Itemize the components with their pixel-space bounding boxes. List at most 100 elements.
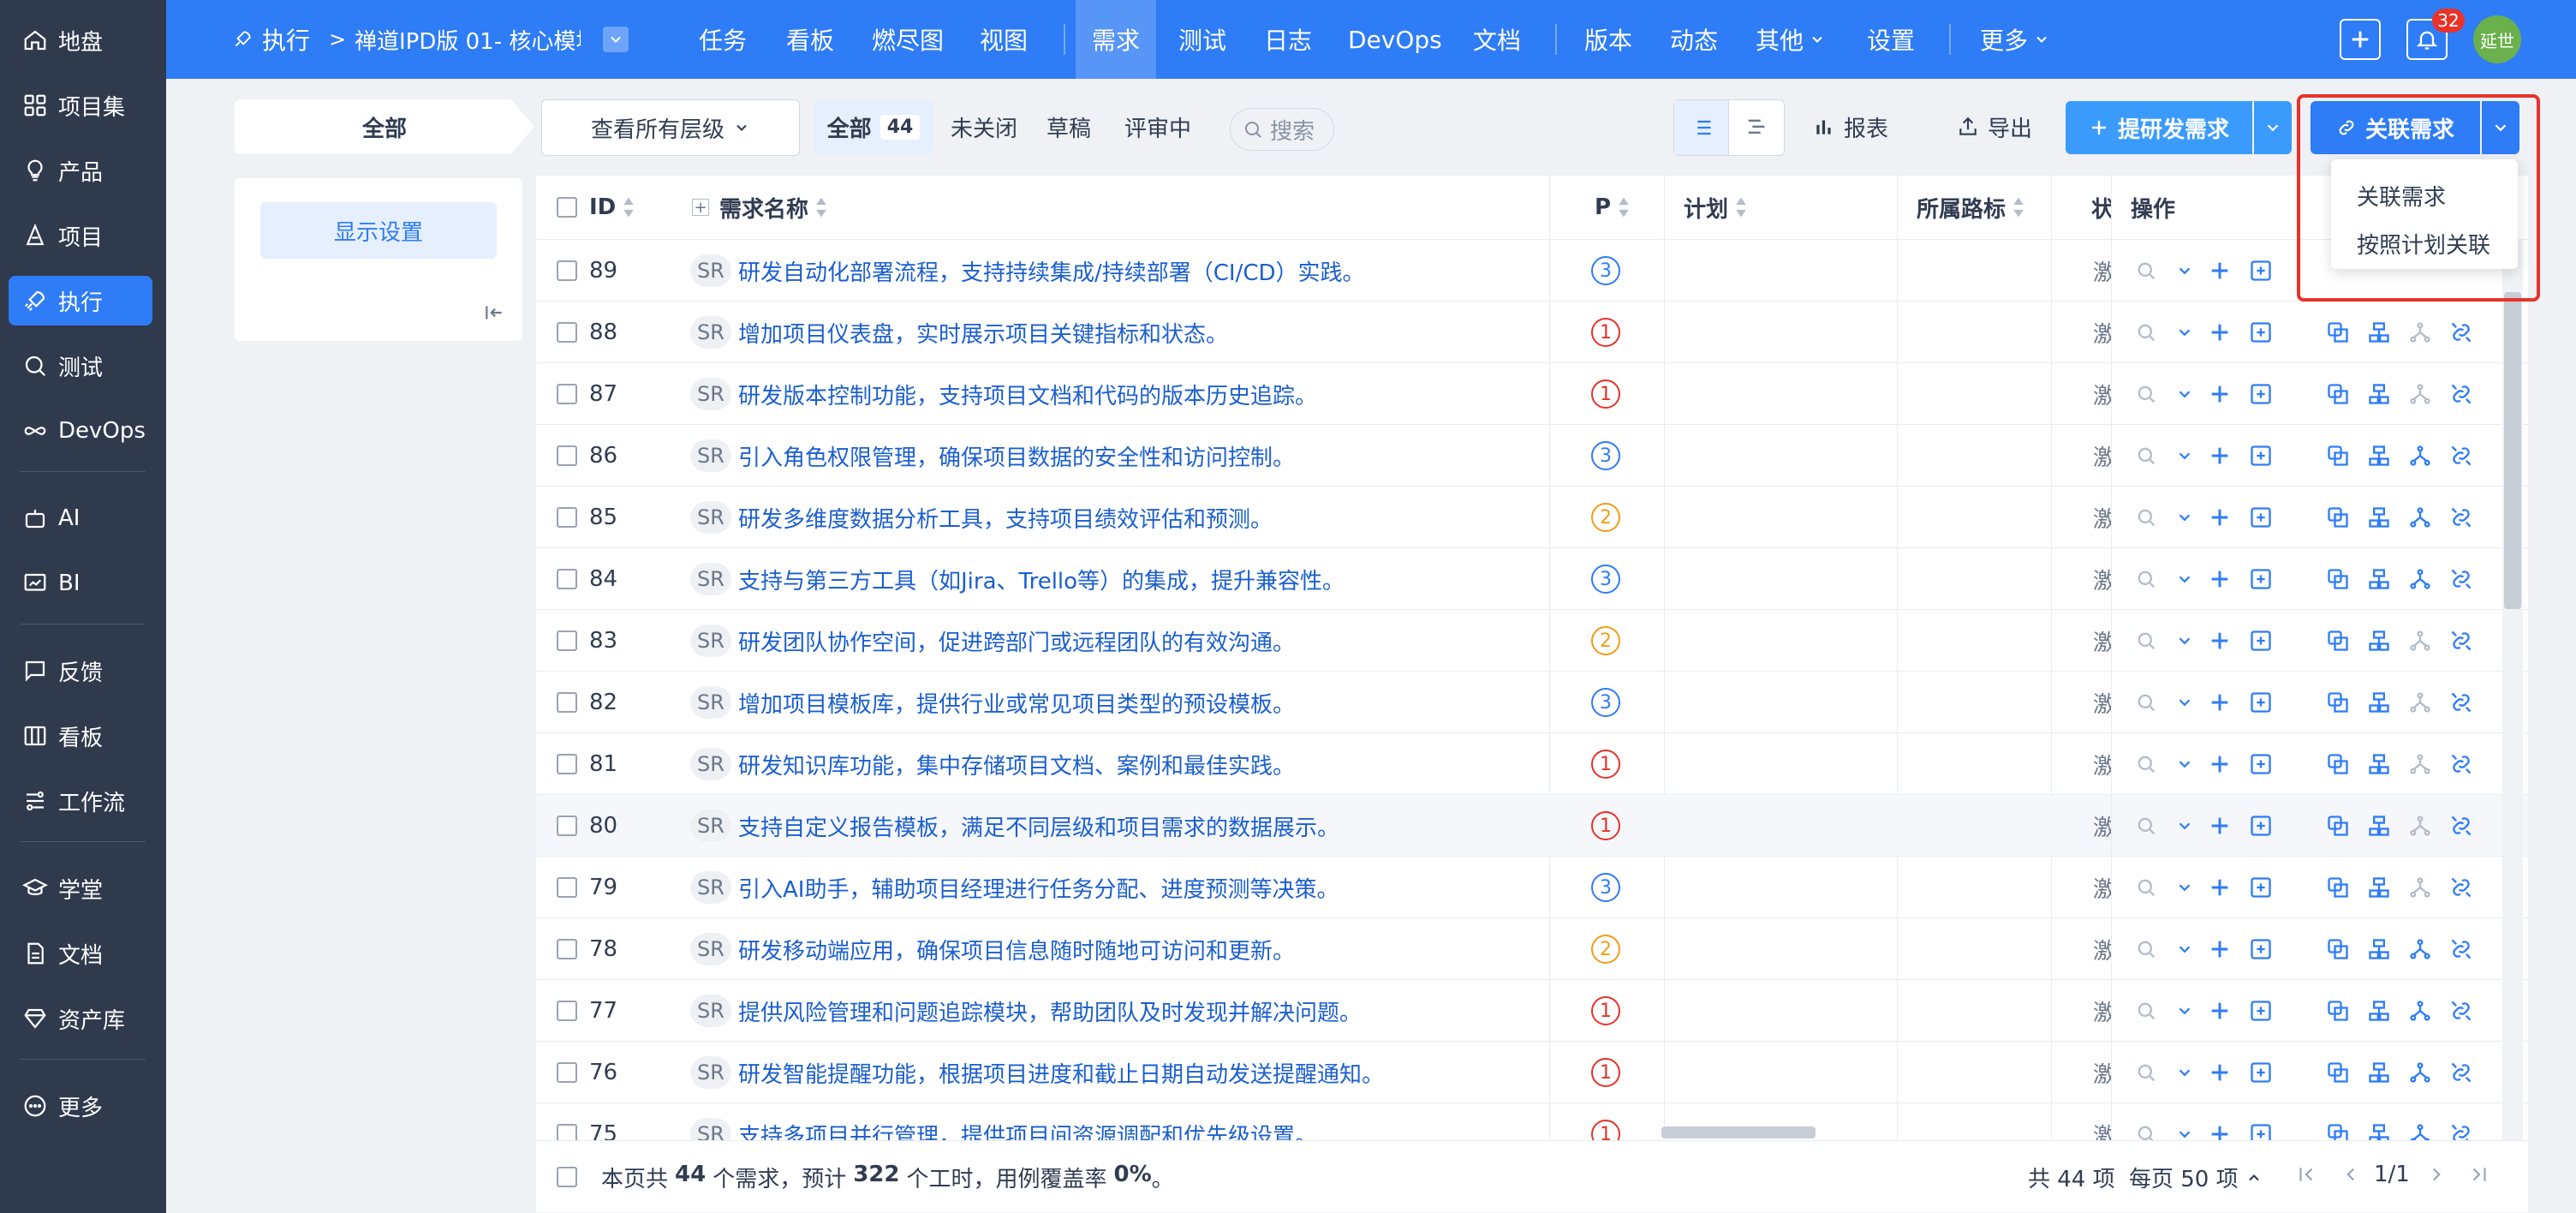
story-title-link[interactable]: 引入角色权限管理，确保项目数据的安全性和访问控制。 [738, 440, 1295, 472]
batch-create-icon[interactable] [2249, 937, 2273, 961]
create-task-icon[interactable] [2326, 629, 2350, 653]
split-icon[interactable] [2367, 567, 2391, 591]
table-row[interactable]: 84 SR 支持与第三方工具（如Jira、Trello等）的集成，提升兼容性。 3 激 [536, 547, 2528, 610]
checkbox[interactable] [557, 197, 577, 218]
plus-icon[interactable] [2208, 752, 2232, 776]
table-row[interactable]: 86 SR 引入角色权限管理，确保项目数据的安全性和访问控制。 3 激 [536, 424, 2528, 487]
story-title-link[interactable]: 研发知识库功能，集中存储项目文档、案例和最佳实践。 [738, 749, 1295, 780]
story-title-link[interactable]: 研发智能提醒功能，根据项目进度和截止日期自动发送提醒通知。 [738, 1057, 1384, 1089]
batch-create-icon[interactable] [2249, 567, 2273, 591]
chevron-down-icon[interactable] [2175, 693, 2194, 712]
checkbox[interactable] [557, 630, 577, 651]
display-settings-button[interactable]: 显示设置 [260, 202, 497, 259]
story-title-link[interactable]: 支持自定义报告模板，满足不同层级和项目需求的数据展示。 [738, 810, 1339, 842]
unlink-icon[interactable] [2449, 1061, 2473, 1085]
list-view-icon[interactable] [1674, 100, 1729, 155]
row-select[interactable] [557, 487, 577, 548]
table-row[interactable]: 89 SR 研发自动化部署流程，支持持续集成/持续部署（CI/CD）实践。 3 激 [536, 239, 2528, 302]
batch-create-icon[interactable] [2249, 814, 2273, 838]
sidebar-item-devops[interactable]: DevOps [9, 406, 152, 456]
checkbox[interactable] [557, 322, 577, 343]
row-select[interactable] [557, 363, 577, 425]
header-id[interactable]: ID [589, 176, 636, 239]
batch-create-icon[interactable] [2249, 690, 2273, 714]
menu-item-link-by-plan[interactable]: 按照计划关联 [2357, 224, 2490, 262]
unlink-icon[interactable] [2449, 937, 2473, 961]
tab-test[interactable]: 测试 [1178, 0, 1226, 79]
split-icon[interactable] [2367, 382, 2391, 406]
view-icon[interactable] [2134, 505, 2158, 529]
story-title-link[interactable]: 提供风险管理和问题追踪模块，帮助团队及时发现并解决问题。 [738, 995, 1362, 1027]
subdivide-icon[interactable] [2408, 444, 2432, 468]
sidebar-item-product[interactable]: 产品 [9, 146, 152, 195]
table-row[interactable]: 76 SR 研发智能提醒功能，根据项目进度和截止日期自动发送提醒通知。 1 激 [536, 1041, 2528, 1103]
checkbox[interactable] [557, 569, 577, 589]
subdivide-icon[interactable] [2408, 567, 2432, 591]
level-select[interactable]: 查看所有层级 [541, 99, 800, 156]
story-title-link[interactable]: 研发多维度数据分析工具，支持项目绩效评估和预测。 [738, 502, 1273, 534]
batch-create-icon[interactable] [2249, 875, 2273, 899]
tab-devops[interactable]: DevOps [1348, 0, 1442, 79]
table-row[interactable]: 80 SR 支持自定义报告模板，满足不同层级和项目需求的数据展示。 1 激 [536, 794, 2528, 857]
row-select[interactable] [557, 548, 577, 610]
chevron-down-icon[interactable] [2175, 446, 2194, 465]
subdivide-icon[interactable] [2408, 1061, 2432, 1085]
breadcrumb-current[interactable]: 禅道IPD版 01- 核心模块 [355, 0, 581, 79]
chevron-down-icon[interactable] [2175, 508, 2194, 527]
checkbox[interactable] [557, 939, 577, 959]
collapse-panel-icon[interactable] [483, 302, 505, 324]
tab-more[interactable]: 更多 [1980, 0, 2050, 79]
breadcrumb-root[interactable]: 执行 [231, 0, 310, 79]
create-task-icon[interactable] [2326, 814, 2350, 838]
table-row[interactable]: 75 SR 支持多项目并行管理，提供项目间资源调配和优先级设置。 1 激 [536, 1102, 2528, 1140]
create-story-dropdown[interactable] [2254, 101, 2292, 154]
per-page-select[interactable]: 每页 50 项 [2129, 1162, 2263, 1193]
chevron-down-icon[interactable] [2175, 940, 2194, 959]
chevron-down-icon[interactable] [2175, 816, 2194, 835]
chevron-down-icon[interactable] [2175, 755, 2194, 774]
view-icon[interactable] [2134, 875, 2158, 899]
header-roadmap[interactable]: 所属路标 [1917, 176, 2026, 239]
view-icon[interactable] [2134, 629, 2158, 653]
subdivide-icon[interactable] [2408, 814, 2432, 838]
tree-view-icon[interactable] [1729, 100, 1784, 155]
view-icon[interactable] [2134, 382, 2158, 406]
split-icon[interactable] [2367, 937, 2391, 961]
checkbox[interactable] [557, 692, 577, 713]
chevron-down-icon[interactable] [2175, 631, 2194, 650]
batch-create-icon[interactable] [2249, 320, 2273, 344]
view-icon[interactable] [2134, 814, 2158, 838]
story-title-link[interactable]: 研发版本控制功能，支持项目文档和代码的版本历史追踪。 [738, 379, 1317, 410]
split-icon[interactable] [2367, 875, 2391, 899]
unlink-icon[interactable] [2449, 1122, 2473, 1140]
row-select[interactable] [557, 1103, 577, 1140]
row-select[interactable] [557, 425, 577, 487]
plus-icon[interactable] [2208, 814, 2232, 838]
story-title-link[interactable]: 研发自动化部署流程，支持持续集成/持续部署（CI/CD）实践。 [738, 255, 1365, 287]
subdivide-icon[interactable] [2408, 320, 2432, 344]
sidebar-item-workflow[interactable]: 工作流 [9, 776, 152, 826]
plus-icon[interactable] [2208, 505, 2232, 529]
batch-create-icon[interactable] [2249, 752, 2273, 776]
batch-create-icon[interactable] [2249, 1122, 2273, 1140]
checkbox[interactable] [557, 877, 577, 898]
split-icon[interactable] [2367, 444, 2391, 468]
last-page-icon[interactable] [2468, 1163, 2490, 1186]
sidebar-item-dashboard[interactable]: 地盘 [9, 15, 152, 65]
sidebar-item-asset[interactable]: 资产库 [9, 994, 152, 1043]
row-select[interactable] [557, 795, 577, 857]
story-title-link[interactable]: 支持多项目并行管理，提供项目间资源调配和优先级设置。 [738, 1119, 1317, 1141]
chevron-down-icon[interactable] [2175, 261, 2194, 280]
export-button[interactable]: 导出 [1947, 99, 2042, 154]
subdivide-icon[interactable] [2408, 690, 2432, 714]
subdivide-icon[interactable] [2408, 752, 2432, 776]
create-story-button[interactable]: 提研发需求 [2066, 101, 2252, 154]
link-story-dropdown[interactable] [2482, 101, 2519, 154]
view-icon[interactable] [2134, 567, 2158, 591]
tab-task[interactable]: 任务 [699, 0, 747, 79]
sidebar-item-execution[interactable]: 执行 [9, 276, 152, 326]
checkbox[interactable] [557, 1001, 577, 1021]
split-icon[interactable] [2367, 752, 2391, 776]
view-icon[interactable] [2134, 752, 2158, 776]
sidebar-item-more[interactable]: 更多 [9, 1081, 152, 1131]
